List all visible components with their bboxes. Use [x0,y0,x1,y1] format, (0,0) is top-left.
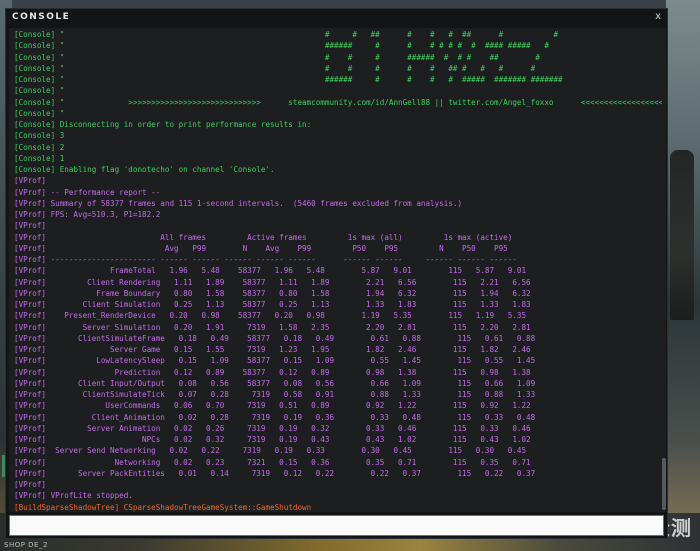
console-line: [Console] " ###### # # # # ##### #######… [14,75,563,84]
console-line: [VProf] Client Input/Output 0.08 0.56 58… [14,378,536,388]
console-title: CONSOLE [12,12,71,22]
console-line: [BuildSparseShadowTree] CSparseShadowTre… [14,502,312,512]
console-line: [VProf] [14,221,47,231]
console-line: [VProf] Server Simulation 0.20 1.91 7319… [14,322,531,332]
console-line: [Console] Disconnecting in order to prin… [14,120,312,129]
background-soldier-silhouette [670,150,694,320]
console-line: [VProf] Client Simulation 0.25 1.13 5837… [14,300,531,309]
console-line: [VProf] Summary of 58377 frames and 115 … [14,198,463,208]
console-line: [Console] " [14,86,65,96]
console-line: [VProf] FPS: Avg=510.3, P1=182.2 [14,210,161,219]
console-line: [Console] " # # # # # ## # # # # [14,63,536,73]
command-bar[interactable] [9,515,664,538]
console-line: [Console] " # # ## # # # ## # # [14,30,559,39]
console-line: [VProf] All frames Active frames 1s max … [14,232,513,242]
console-line: [VProf] ----------------------- ------ -… [14,255,517,264]
console-line: [VProf] Avg P99 N Avg P99 P50 P95 N P50 … [14,243,508,253]
console-line: [VProf] Server PackEntities 0.01 0.14 73… [14,468,536,478]
console-titlebar[interactable]: CONSOLE x [6,9,667,27]
console-window: CONSOLE x [Console] " # # ## # # # ## # … [5,8,668,539]
console-line: [VProf] Present_RenderDevice 0.20 0.98 5… [14,311,527,321]
console-line: [VProf] Server Game 0.15 1.55 7319 1.23 … [14,345,531,354]
console-line: [VProf] UserCommands 0.06 0.70 7319 0.51… [14,401,531,411]
console-line: [VProf] FrameTotal 1.96 5.48 58377 1.96 … [14,266,527,276]
console-line: [VProf] Server Animation 0.02 0.26 7319 … [14,423,531,433]
scrollbar-thumb[interactable] [662,458,666,510]
console-output[interactable]: [Console] " # # ## # # # ## # # [Console]… [9,28,666,512]
console-line: [Console] 3 [14,131,65,141]
console-scrollbar[interactable] [662,28,666,512]
console-line: [VProf] Prediction 0.12 0.89 58377 0.12 … [14,367,531,377]
console-line: [VProf] ClientSimulateFrame 0.18 0.49 58… [14,333,536,343]
console-line: [VProf] -- Performance report -- [14,187,161,197]
console-line: [VProf] [14,480,47,489]
console-line: [VProf] [14,176,47,186]
console-line: [VProf] Frame Boundary 0.80 1.58 58377 0… [14,288,531,298]
console-line: [VProf] Client_Animation 0.02 0.28 7319 … [14,412,536,422]
console-line: [Console] " >>>>>>>>>>>>>>>>>>>>>>>>>>>>… [14,97,662,107]
console-line: [Console] 1 [14,153,65,163]
console-line: [VProf] NPCs 0.02 0.32 7319 0.19 0.43 0.… [14,435,531,444]
console-line: [VProf] ClientSimulateTick 0.07 0.28 731… [14,390,536,399]
background-corner-text: SHOP DE_2 [4,541,48,549]
close-icon[interactable]: x [655,11,661,22]
console-line: [Console] " # # # ###### # # # ## # [14,52,540,62]
console-line: [VProf] Networking 0.02 0.23 7321 0.15 0… [14,457,531,467]
console-line: [Console] 2 [14,142,65,152]
command-input[interactable] [10,519,663,538]
console-line: [Console] " [14,108,65,118]
console-line: [VProf] VProfLite stopped. [14,491,133,501]
console-line: [VProf] Server Send Networking 0.02 0.22… [14,446,527,456]
console-line: [Console] Enabling flag 'donotecho' on c… [14,165,275,174]
console-line: [Console] " ###### # # # # # # # #### ##… [14,41,549,51]
console-line: [VProf] LowLatencySleep 0.15 1.09 58377 … [14,356,536,366]
console-line: [VProf] Client Rendering 1.11 1.89 58377… [14,277,531,287]
